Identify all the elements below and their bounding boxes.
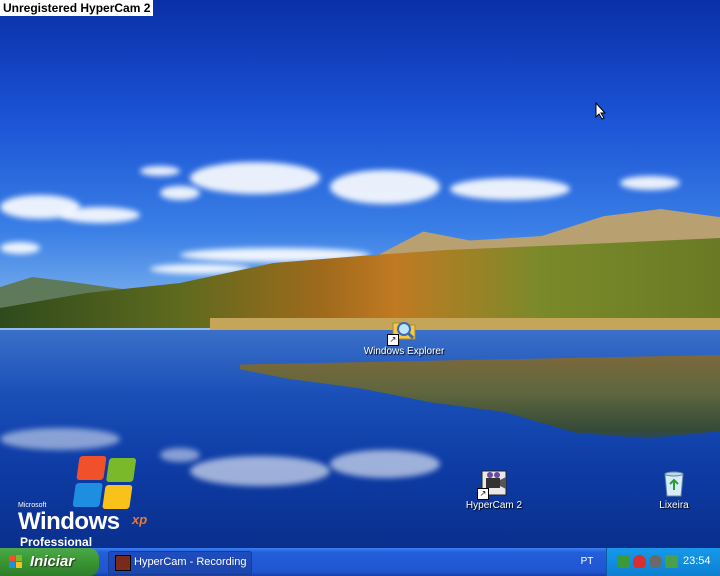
network-icon[interactable]: [617, 555, 630, 568]
wallpaper-cloud: [140, 166, 180, 176]
wallpaper-cloud: [190, 162, 320, 194]
hypercam-icon: [115, 555, 131, 571]
windows-xp-logo: Microsoft Windows xp Professional: [18, 456, 168, 548]
hypercam-watermark: Unregistered HyperCam 2: [0, 0, 154, 16]
taskbar-button-label: HyperCam - Recording: [134, 556, 247, 568]
shortcut-arrow-icon: ↗: [477, 488, 489, 500]
security-shield-icon[interactable]: [633, 555, 646, 568]
language-indicator[interactable]: PT: [576, 554, 598, 570]
desktop-icon-label: Windows Explorer: [363, 346, 445, 357]
desktop-icon-label: HyperCam 2: [465, 500, 523, 511]
logo-edition: Professional: [20, 535, 93, 548]
wallpaper-cloud: [450, 178, 570, 200]
hypercam-icon: ↗: [477, 468, 509, 500]
start-button-label: Iniciar: [30, 553, 75, 570]
mouse-cursor-icon: [595, 101, 607, 120]
recycle-bin-icon: [659, 468, 689, 498]
desktop-icon-hypercam[interactable]: ↗ HyperCam 2: [449, 468, 539, 511]
desktop-icon-windows-explorer[interactable]: ↗ Windows Explorer: [359, 314, 449, 357]
antivirus-icon[interactable]: [649, 555, 662, 568]
wallpaper-cloud: [330, 170, 440, 204]
wallpaper-cloud: [60, 207, 140, 223]
volume-icon[interactable]: [665, 555, 678, 568]
wallpaper-cloud: [160, 186, 200, 200]
wallpaper-cloud-reflection: [0, 428, 120, 450]
desktop[interactable]: Microsoft Windows xp Professional ↗ Wind…: [0, 0, 720, 548]
shortcut-arrow-icon: ↗: [387, 334, 399, 346]
clock[interactable]: 23:54: [683, 555, 711, 567]
desktop-icon-label: Lixeira: [659, 500, 689, 511]
taskbar-button-hypercam[interactable]: HyperCam - Recording: [108, 551, 252, 575]
desktop-icon-recycle-bin[interactable]: Lixeira: [629, 468, 719, 511]
folder-magnifier-icon: ↗: [387, 314, 419, 346]
wallpaper-cloud-reflection: [190, 456, 330, 486]
start-button[interactable]: Iniciar: [0, 548, 99, 576]
windows-flag-icon: [9, 555, 23, 569]
system-tray: 23:54: [606, 548, 720, 576]
logo-xp: xp: [132, 512, 148, 527]
logo-windows: Windows: [18, 508, 120, 535]
windows-flag-icon: [72, 456, 137, 509]
wallpaper-cloud: [0, 242, 40, 254]
taskbar: Iniciar HyperCam - Recording PT 23:54: [0, 548, 720, 576]
wallpaper-cloud: [620, 176, 680, 190]
wallpaper-cloud-reflection: [330, 450, 440, 478]
